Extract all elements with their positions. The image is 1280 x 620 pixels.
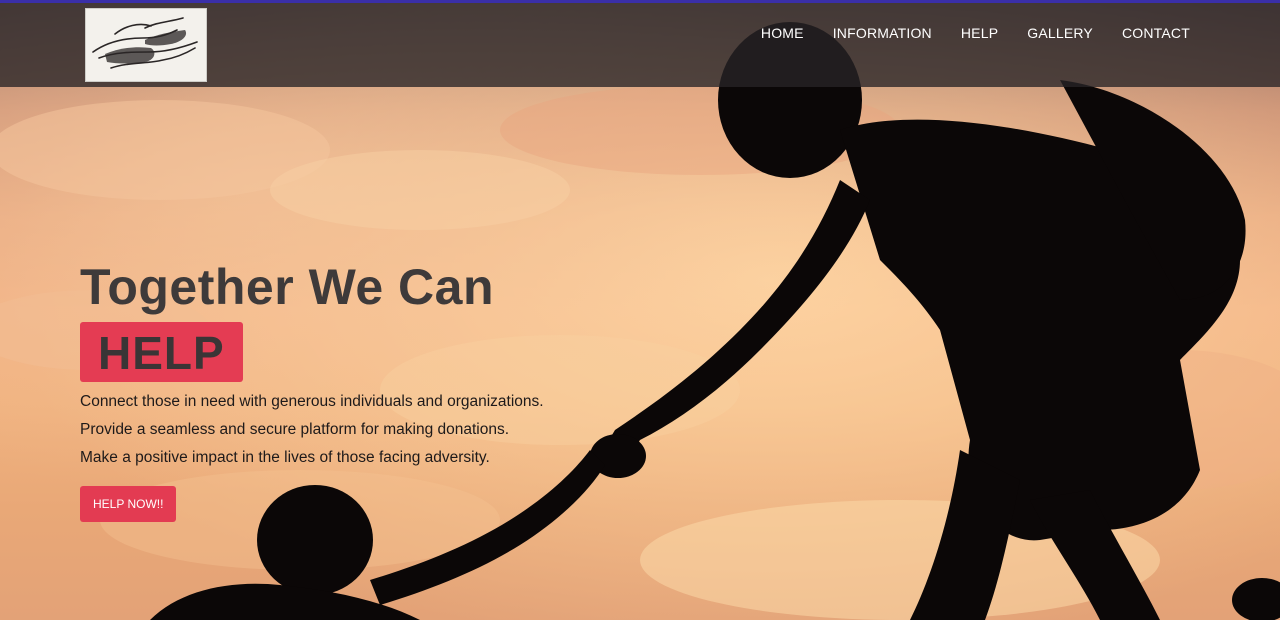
- help-now-button[interactable]: HELP NOW!!: [80, 486, 177, 522]
- helping-hands-logo-icon[interactable]: [85, 8, 207, 82]
- nav-information[interactable]: INFORMATION: [833, 25, 932, 41]
- top-accent-bar: [0, 0, 1280, 3]
- page: HOME INFORMATION HELP GALLERY CONTACT To…: [0, 0, 1280, 620]
- nav-help[interactable]: HELP: [961, 25, 998, 41]
- site-header: HOME INFORMATION HELP GALLERY CONTACT: [0, 3, 1280, 87]
- nav-home[interactable]: HOME: [761, 25, 804, 41]
- nav-gallery[interactable]: GALLERY: [1027, 25, 1093, 41]
- hero-line-provide: Provide a seamless and secure platform f…: [80, 421, 510, 438]
- nav-contact[interactable]: CONTACT: [1122, 25, 1190, 41]
- handshake-icon: [92, 17, 198, 69]
- hero-line-connect: Connect those in need with generous indi…: [80, 393, 544, 410]
- hero-description: Connect those in need with generous indi…: [80, 388, 544, 472]
- main-nav: HOME INFORMATION HELP GALLERY CONTACT: [761, 25, 1190, 41]
- hero-title: Together We Can: [80, 259, 495, 315]
- hero-highlight-badge: HELP: [80, 322, 243, 382]
- hero-section: Together We Can HELP Connect those in ne…: [80, 256, 544, 522]
- hero-line-impact: Make a positive impact in the lives of t…: [80, 449, 490, 466]
